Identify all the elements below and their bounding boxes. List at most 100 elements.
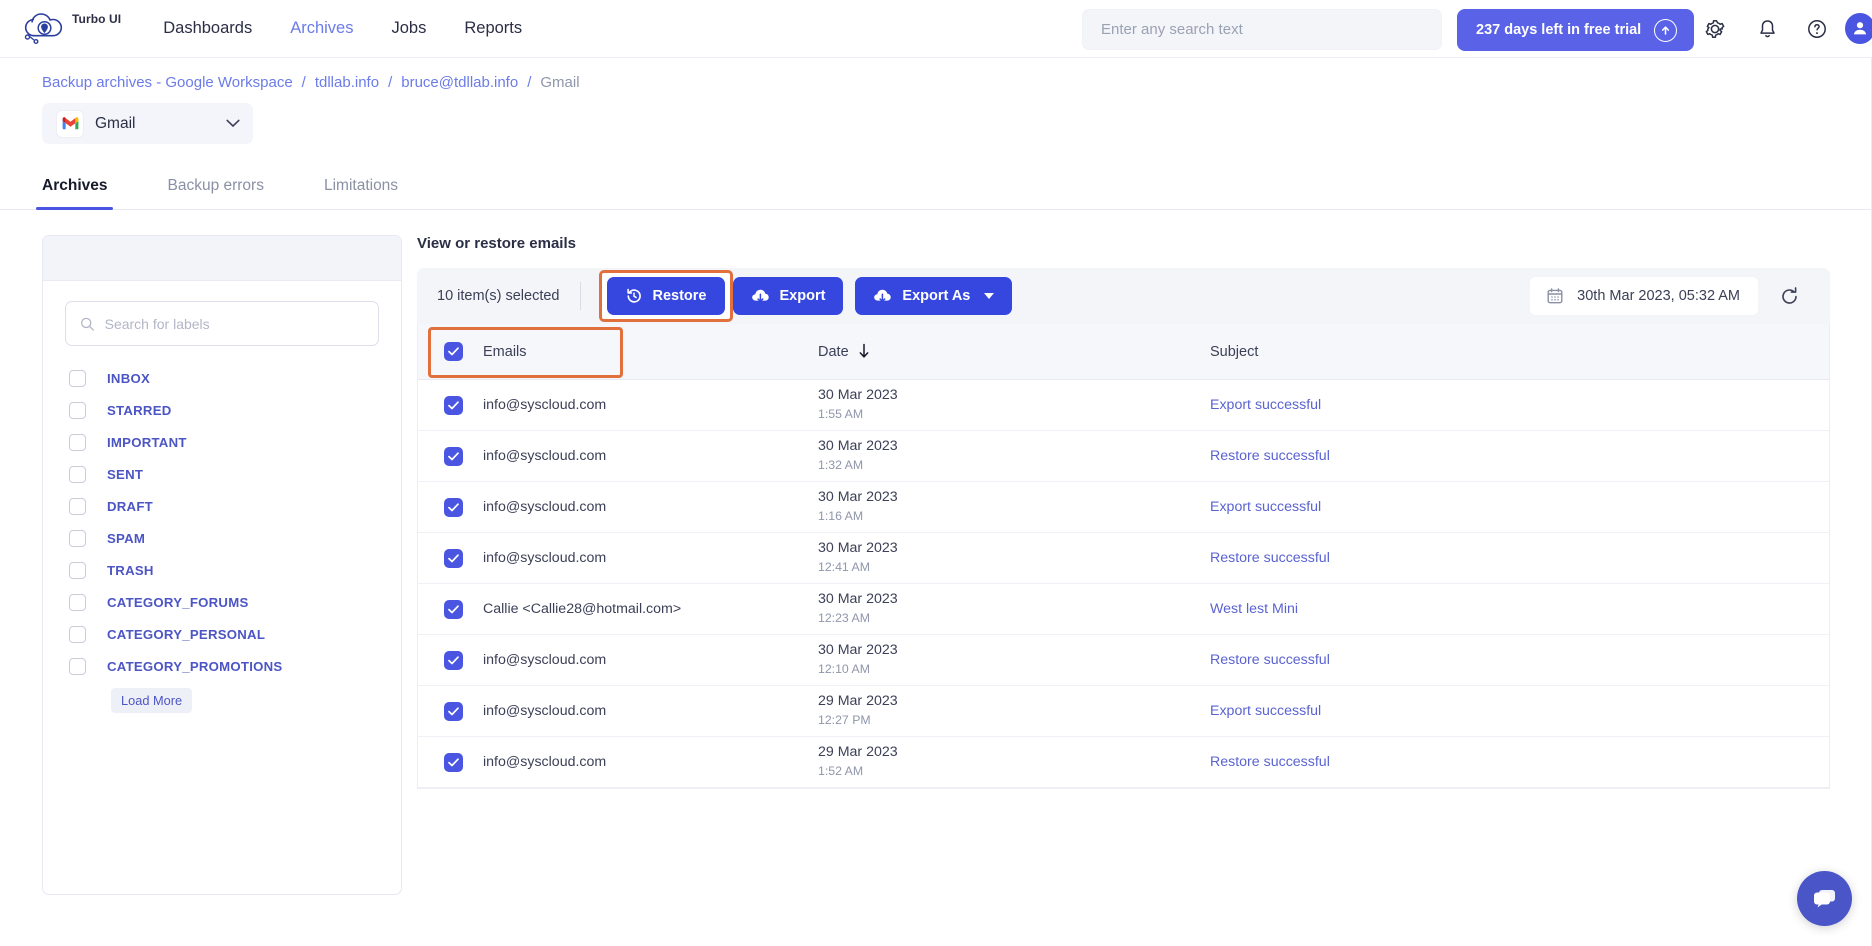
table-row[interactable]: info@syscloud.com30 Mar 20231:32 AMResto… <box>418 431 1829 482</box>
label-item-category-promotions[interactable]: CATEGORY_PROMOTIONS <box>43 650 401 682</box>
tab-backup-errors[interactable]: Backup errors <box>167 177 263 209</box>
row-subject-link[interactable]: Restore successful <box>1208 550 1829 566</box>
label-text: TRASH <box>107 563 154 578</box>
table-row[interactable]: info@syscloud.com30 Mar 202312:41 AMRest… <box>418 533 1829 584</box>
row-cell-email: info@syscloud.com <box>418 702 818 721</box>
table-row[interactable]: info@syscloud.com29 Mar 20231:52 AMResto… <box>418 737 1829 788</box>
checkmark-icon <box>448 707 459 716</box>
row-checkbox[interactable] <box>444 753 463 772</box>
global-search[interactable] <box>1082 9 1442 50</box>
row-checkbox[interactable] <box>444 498 463 517</box>
app-selector-dropdown[interactable]: Gmail <box>42 103 253 144</box>
row-checkbox[interactable] <box>444 447 463 466</box>
breadcrumb-item-domain[interactable]: tdllab.info <box>315 74 379 91</box>
label-checkbox[interactable] <box>69 626 86 643</box>
label-checkbox[interactable] <box>69 466 86 483</box>
table-row[interactable]: info@syscloud.com30 Mar 202312:10 AMRest… <box>418 635 1829 686</box>
sort-descending-icon <box>857 343 871 359</box>
row-subject-link[interactable]: Export successful <box>1208 397 1829 413</box>
export-button[interactable]: Export <box>733 277 844 315</box>
row-subject-link[interactable]: Restore successful <box>1208 754 1829 770</box>
label-item-category-forums[interactable]: CATEGORY_FORUMS <box>43 586 401 618</box>
label-item-starred[interactable]: STARRED <box>43 394 401 426</box>
refresh-button[interactable] <box>1770 277 1808 315</box>
chat-support-button[interactable] <box>1797 871 1852 926</box>
label-item-trash[interactable]: TRASH <box>43 554 401 586</box>
label-item-important[interactable]: IMPORTANT <box>43 426 401 458</box>
date-filter-value: 30th Mar 2023, 05:32 AM <box>1577 288 1740 304</box>
search-input[interactable] <box>1101 21 1423 38</box>
date-filter[interactable]: 30th Mar 2023, 05:32 AM <box>1530 277 1758 315</box>
label-checkbox[interactable] <box>69 402 86 419</box>
row-email-text: info@syscloud.com <box>483 397 606 413</box>
app-logo[interactable]: Turbo UI <box>22 11 121 47</box>
label-text: INBOX <box>107 371 150 386</box>
avatar <box>1845 13 1872 44</box>
label-search-input[interactable] <box>105 316 364 332</box>
breadcrumb-item-backup-archives[interactable]: Backup archives - Google Workspace <box>42 74 293 91</box>
breadcrumb-item-user[interactable]: bruce@tdllab.info <box>401 74 518 91</box>
tab-archives[interactable]: Archives <box>42 177 107 209</box>
export-as-button[interactable]: Export As <box>855 277 1012 315</box>
row-date-text: 29 Mar 2023 <box>818 744 1208 762</box>
row-subject-link[interactable]: Export successful <box>1208 499 1829 515</box>
label-text: STARRED <box>107 403 172 418</box>
header-label-date: Date <box>818 344 849 360</box>
row-subject-link[interactable]: Restore successful <box>1208 652 1829 668</box>
logo-text: Turbo UI <box>72 12 121 26</box>
row-checkbox[interactable] <box>444 600 463 619</box>
label-item-inbox[interactable]: INBOX <box>43 362 401 394</box>
row-date-text: 30 Mar 2023 <box>818 540 1208 558</box>
nav-item-reports[interactable]: Reports <box>464 19 522 38</box>
row-checkbox[interactable] <box>444 549 463 568</box>
restore-button[interactable]: Restore <box>607 277 725 315</box>
label-list: INBOX STARRED IMPORTANT SENT DRAFT SPAM <box>43 346 401 713</box>
nav-item-dashboards[interactable]: Dashboards <box>163 19 252 38</box>
row-time-text: 1:52 AM <box>818 762 1208 780</box>
label-checkbox[interactable] <box>69 594 86 611</box>
label-checkbox[interactable] <box>69 562 86 579</box>
primary-nav: Dashboards Archives Jobs Reports <box>163 19 522 38</box>
label-text: SENT <box>107 467 143 482</box>
free-trial-badge[interactable]: 237 days left in free trial <box>1457 9 1694 51</box>
settings-button[interactable] <box>1700 14 1730 44</box>
checkmark-icon <box>448 758 459 767</box>
row-subject-link[interactable]: West lest Mini <box>1208 601 1829 617</box>
row-checkbox[interactable] <box>444 702 463 721</box>
export-cloud-icon <box>751 288 770 304</box>
label-item-sent[interactable]: SENT <box>43 458 401 490</box>
labels-sidebar: INBOX STARRED IMPORTANT SENT DRAFT SPAM <box>42 235 402 895</box>
label-checkbox[interactable] <box>69 530 86 547</box>
table-row[interactable]: info@syscloud.com29 Mar 202312:27 PMExpo… <box>418 686 1829 737</box>
label-search[interactable] <box>65 301 379 346</box>
label-checkbox[interactable] <box>69 370 86 387</box>
label-checkbox[interactable] <box>69 434 86 451</box>
nav-item-jobs[interactable]: Jobs <box>392 19 427 38</box>
label-item-category-personal[interactable]: CATEGORY_PERSONAL <box>43 618 401 650</box>
table-row[interactable]: info@syscloud.com30 Mar 20231:16 AMExpor… <box>418 482 1829 533</box>
table-row[interactable]: Callie <Callie28@hotmail.com>30 Mar 2023… <box>418 584 1829 635</box>
help-button[interactable] <box>1802 14 1832 44</box>
select-all-checkbox[interactable] <box>444 342 463 361</box>
notifications-button[interactable] <box>1752 14 1782 44</box>
user-avatar-button[interactable] <box>1845 13 1872 43</box>
label-checkbox[interactable] <box>69 498 86 515</box>
header-cell-date[interactable]: Date <box>818 343 1208 361</box>
row-subject-link[interactable]: Export successful <box>1208 703 1829 719</box>
label-item-spam[interactable]: SPAM <box>43 522 401 554</box>
label-checkbox[interactable] <box>69 658 86 675</box>
content-area: INBOX STARRED IMPORTANT SENT DRAFT SPAM <box>0 210 1872 895</box>
load-more-button[interactable]: Load More <box>111 688 192 713</box>
emails-table: Emails Date Subject info@syscloud.com30 … <box>417 324 1830 789</box>
tab-limitations[interactable]: Limitations <box>324 177 398 209</box>
nav-item-archives[interactable]: Archives <box>290 19 353 38</box>
header-label-emails: Emails <box>483 344 527 360</box>
row-subject-link[interactable]: Restore successful <box>1208 448 1829 464</box>
table-row[interactable]: info@syscloud.com30 Mar 20231:55 AMExpor… <box>418 380 1829 431</box>
row-cell-email: info@syscloud.com <box>418 753 818 772</box>
row-checkbox[interactable] <box>444 651 463 670</box>
label-item-draft[interactable]: DRAFT <box>43 490 401 522</box>
label-text: CATEGORY_PERSONAL <box>107 627 265 642</box>
row-checkbox[interactable] <box>444 396 463 415</box>
header-cell-subject: Subject <box>1208 344 1829 360</box>
